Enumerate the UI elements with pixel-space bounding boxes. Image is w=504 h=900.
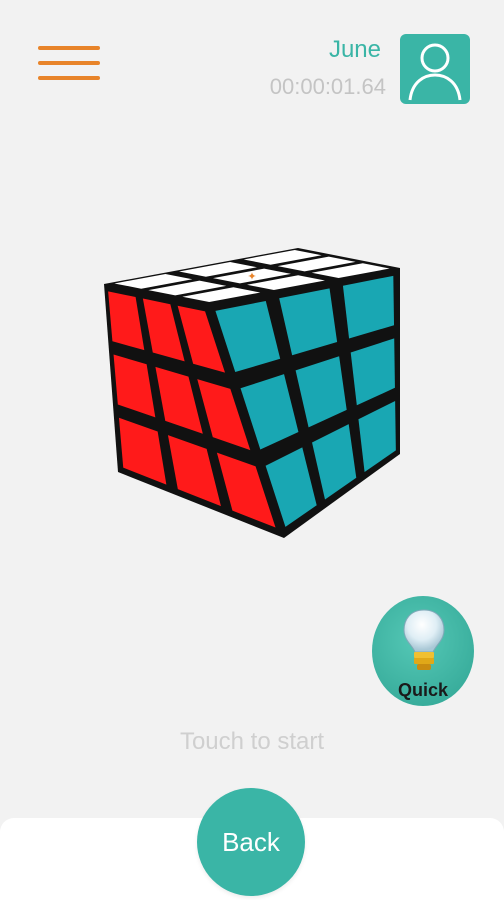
timer: 00:00:01.64: [269, 74, 386, 99]
quick-button[interactable]: Quick: [372, 596, 474, 706]
quick-label: Quick: [397, 680, 449, 700]
back-button[interactable]: Back: [197, 788, 305, 896]
touch-to-start-hint: Touch to start: [179, 728, 325, 755]
hamburger-icon-bar: [38, 61, 100, 65]
hamburger-icon-bar: [38, 46, 100, 50]
user-name: June: [328, 36, 381, 63]
lightbulb-icon: [403, 609, 445, 670]
logo-icon: ✦: [247, 270, 256, 283]
avatar[interactable]: [400, 34, 470, 104]
user-avatar-icon: [408, 43, 462, 101]
hamburger-icon-bar: [38, 76, 100, 80]
rubiks-cube[interactable]: ✦: [96, 240, 408, 544]
menu-button[interactable]: [38, 44, 102, 84]
